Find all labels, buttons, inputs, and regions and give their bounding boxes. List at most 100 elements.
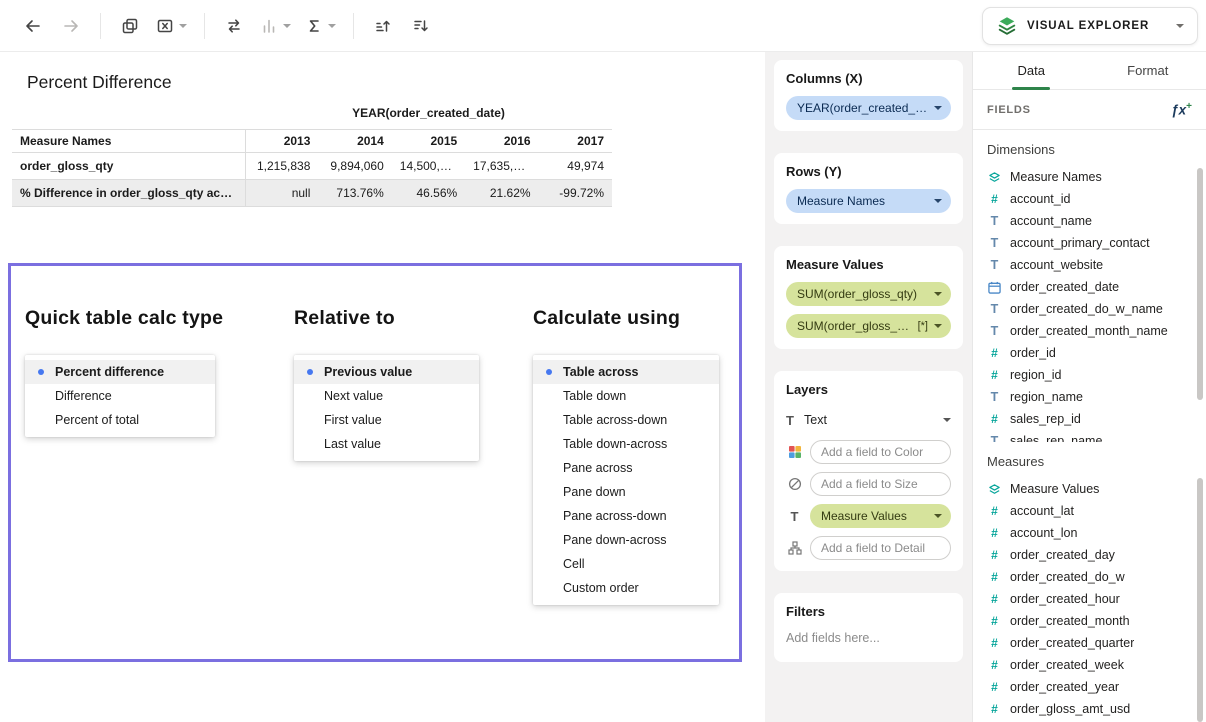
color-drop-zone[interactable]: Add a field to Color <box>810 440 951 464</box>
field-item[interactable]: Taccount_primary_contact <box>987 232 1192 254</box>
field-item[interactable]: order_created_date <box>987 276 1192 298</box>
tab-format[interactable]: Format <box>1090 52 1206 89</box>
field-item[interactable]: Measure Values <box>987 478 1192 500</box>
field-name: order_created_hour <box>1010 592 1120 606</box>
field-item[interactable]: Torder_created_month_name <box>987 320 1192 342</box>
table-cell[interactable]: 49,974 <box>539 153 612 180</box>
calc-option[interactable]: Last value <box>294 432 479 456</box>
field-item[interactable]: #order_id <box>987 342 1192 364</box>
field-item[interactable]: #order_created_week <box>987 654 1192 676</box>
field-item[interactable]: #region_id <box>987 364 1192 386</box>
measures-scrollbar[interactable] <box>1197 478 1203 722</box>
field-pill[interactable]: Measure Values <box>810 504 951 528</box>
calc-option[interactable]: Percent difference <box>25 360 215 384</box>
field-item[interactable]: Tsales_rep_name <box>987 430 1192 442</box>
text-field-icon: T <box>987 236 1002 250</box>
calc-option[interactable]: Difference <box>25 384 215 408</box>
sort-ascending-icon <box>374 17 392 35</box>
field-item[interactable]: #order_created_year <box>987 676 1192 698</box>
field-item[interactable]: #account_lon <box>987 522 1192 544</box>
chevron-down-icon <box>934 292 942 296</box>
calc-option[interactable]: Table across-down <box>533 408 719 432</box>
number-field-icon: # <box>987 658 1002 672</box>
field-item[interactable]: #order_created_hour <box>987 588 1192 610</box>
table-cell[interactable]: -99.72% <box>539 180 612 207</box>
table-cell[interactable]: 46.56% <box>392 180 465 207</box>
sort-ascending-button[interactable] <box>366 9 400 43</box>
chart-type-button[interactable] <box>255 9 296 43</box>
detail-drop-zone[interactable]: Add a field to Detail <box>810 536 951 560</box>
table-header: Measure Names20132014201520162017 <box>12 130 612 153</box>
create-formula-icon[interactable]: ƒx+ <box>1171 101 1192 118</box>
field-item[interactable]: Taccount_website <box>987 254 1192 276</box>
field-pill[interactable]: YEAR(order_created_date) <box>786 96 951 120</box>
field-pill[interactable]: SUM(order_gloss_qty) <box>786 282 951 306</box>
pill-suffix: [*] <box>918 320 928 332</box>
field-item[interactable]: Tregion_name <box>987 386 1192 408</box>
back-button[interactable] <box>16 9 50 43</box>
number-field-icon: # <box>987 614 1002 628</box>
field-item[interactable]: Taccount_name <box>987 210 1192 232</box>
calc-option[interactable]: Previous value <box>294 360 479 384</box>
calc-option[interactable]: Percent of total <box>25 408 215 432</box>
swap-axes-button[interactable] <box>217 9 251 43</box>
swap-axes-icon <box>225 17 243 35</box>
field-pill[interactable]: Measure Names <box>786 189 951 213</box>
calc-option[interactable]: Table across <box>533 360 719 384</box>
field-pill[interactable]: SUM(order_gloss_qty)[*] <box>786 314 951 338</box>
table-cell[interactable]: 1,215,838 <box>245 153 318 180</box>
number-field-icon: # <box>987 412 1002 426</box>
chevron-down-icon <box>934 514 942 518</box>
calc-option[interactable]: Table down <box>533 384 719 408</box>
text-field-icon: T <box>987 390 1002 404</box>
field-item[interactable]: #order_gloss_amt_usd <box>987 698 1192 720</box>
calc-option[interactable]: Pane across <box>533 456 719 480</box>
calc-option[interactable]: Pane down-across <box>533 528 719 552</box>
table-cell[interactable]: 9,894,060 <box>318 153 391 180</box>
aggregate-button[interactable] <box>300 9 341 43</box>
column-header-year[interactable]: 2015 <box>392 130 465 153</box>
size-drop-zone[interactable]: Add a field to Size <box>810 472 951 496</box>
calc-option[interactable]: Table down-across <box>533 432 719 456</box>
row-label[interactable]: % Difference in order_gloss_qty across t… <box>12 180 245 207</box>
dimensions-scrollbar[interactable] <box>1197 168 1203 400</box>
table-cell[interactable]: 17,635,243 <box>465 153 538 180</box>
row-label[interactable]: order_gloss_qty <box>12 153 245 180</box>
field-item[interactable]: #order_created_day <box>987 544 1192 566</box>
forward-button[interactable] <box>54 9 88 43</box>
column-header-measure-names[interactable]: Measure Names <box>12 130 245 153</box>
filters-drop-zone[interactable]: Add fields here... <box>786 629 951 651</box>
table-cell[interactable]: 713.76% <box>318 180 391 207</box>
calc-option[interactable]: Pane across-down <box>533 504 719 528</box>
field-item[interactable]: #account_lat <box>987 500 1192 522</box>
chevron-down-icon <box>934 324 942 328</box>
column-header-year[interactable]: 2017 <box>539 130 612 153</box>
field-item[interactable]: #order_created_do_w <box>987 566 1192 588</box>
pill-label: YEAR(order_created_date) <box>797 101 930 115</box>
clear-visualization-button[interactable] <box>151 9 192 43</box>
field-item[interactable]: #account_id <box>987 188 1192 210</box>
layer-type-selector[interactable]: T Text <box>786 407 951 433</box>
table-cell[interactable]: 21.62% <box>465 180 538 207</box>
table-cell[interactable]: 14,500,262 <box>392 153 465 180</box>
field-item[interactable]: #order_created_quarter <box>987 632 1192 654</box>
column-header-year[interactable]: 2013 <box>245 130 318 153</box>
sort-descending-button[interactable] <box>404 9 438 43</box>
table-cell[interactable]: null <box>245 180 318 207</box>
column-header-year[interactable]: 2014 <box>318 130 391 153</box>
number-field-icon: # <box>987 702 1002 716</box>
column-header-year[interactable]: 2016 <box>465 130 538 153</box>
calc-option[interactable]: Next value <box>294 384 479 408</box>
calc-option[interactable]: First value <box>294 408 479 432</box>
field-item[interactable]: #order_created_month <box>987 610 1192 632</box>
table-visualization: YEAR(order_created_date) Measure Names20… <box>12 102 612 207</box>
clone-visualization-button[interactable] <box>113 9 147 43</box>
app-switcher[interactable]: VISUAL EXPLORER <box>982 7 1198 45</box>
calc-option[interactable]: Pane down <box>533 480 719 504</box>
calc-option[interactable]: Custom order <box>533 576 719 600</box>
tab-data[interactable]: Data <box>973 52 1090 89</box>
field-item[interactable]: Torder_created_do_w_name <box>987 298 1192 320</box>
field-item[interactable]: #sales_rep_id <box>987 408 1192 430</box>
calc-option[interactable]: Cell <box>533 552 719 576</box>
field-item[interactable]: Measure Names <box>987 166 1192 188</box>
